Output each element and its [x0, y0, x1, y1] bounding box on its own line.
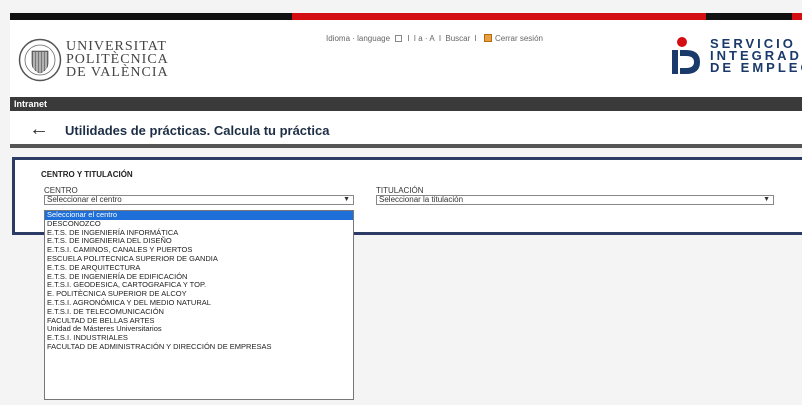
chevron-down-icon: ▼: [343, 196, 350, 203]
titulacion-select-value: Seleccionar la titulación: [379, 195, 464, 204]
intranet-bar: Intranet: [10, 97, 802, 111]
section-title: CENTRO Y TITULACIÓN: [41, 170, 133, 179]
separator: I: [438, 34, 442, 43]
university-name-line: DE VALÈNCIA: [66, 65, 169, 80]
titulacion-label: TITULACIÓN: [376, 186, 424, 195]
bar-segment-black: [10, 13, 292, 20]
page-title: Utilidades de prácticas. Calcula tu prác…: [65, 123, 330, 138]
site-header: UNIVERSITAT POLITÈCNICA DE VALÈNCIA Idio…: [10, 20, 802, 97]
sie-logo[interactable]: SERVICIO INTEGRADO DE EMPLEO: [660, 34, 802, 84]
logout-link[interactable]: Cerrar sesión: [495, 34, 543, 43]
titulacion-select[interactable]: Seleccionar la titulación ▼: [376, 195, 774, 205]
separator: I: [474, 34, 477, 43]
centro-select-value: Seleccionar el centro: [47, 195, 122, 204]
font-size-link[interactable]: I a · A: [414, 34, 435, 43]
logout-icon[interactable]: [483, 34, 492, 42]
chevron-down-icon: ▼: [763, 196, 770, 203]
upv-seal-icon[interactable]: [18, 38, 62, 82]
header-toolbar: Idioma · language I I a · A I Buscar I C…: [326, 34, 545, 43]
bar-segment-red: [792, 13, 802, 20]
top-color-bar: [10, 13, 802, 20]
sie-logo-icon: [672, 37, 700, 74]
intranet-link[interactable]: Intranet: [14, 99, 47, 109]
centro-dropdown-list[interactable]: Seleccionar el centro DESCONOZCO E.T.S. DE…: [44, 210, 354, 400]
language-link[interactable]: Idioma · language: [326, 34, 390, 43]
university-name[interactable]: UNIVERSITAT POLITÈCNICA DE VALÈNCIA: [66, 40, 169, 80]
separator: I: [407, 34, 410, 43]
centro-select[interactable]: Seleccionar el centro ▼: [44, 195, 354, 205]
centro-label: CENTRO: [44, 186, 78, 195]
language-icon[interactable]: [395, 35, 403, 42]
centro-option[interactable]: FACULTAD DE ADMINISTRACIÓN Y DIRECCIÓN D…: [45, 342, 353, 352]
sie-name: SERVICIO INTEGRADO DE EMPLEO: [710, 37, 802, 75]
bar-segment-black: [706, 13, 792, 20]
back-arrow-icon[interactable]: ←: [29, 119, 49, 139]
sie-name-line: DE EMPLEO: [710, 60, 802, 75]
bar-segment-red: [292, 13, 706, 20]
page-title-bar: ← Utilidades de prácticas. Calcula tu pr…: [10, 111, 802, 148]
search-link[interactable]: Buscar: [445, 34, 470, 43]
